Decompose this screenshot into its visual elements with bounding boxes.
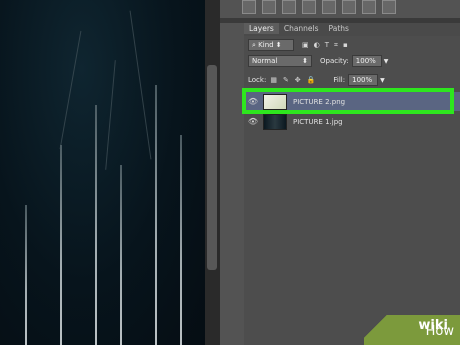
opacity-label: Opacity: xyxy=(320,57,349,65)
tab-paths[interactable]: Paths xyxy=(324,23,354,34)
tree-trunk xyxy=(155,85,157,345)
tree-branch xyxy=(129,10,152,160)
tree-branch xyxy=(105,60,116,170)
fill-input[interactable]: 100% xyxy=(348,74,379,86)
adjustment-icon[interactable] xyxy=(382,0,396,14)
layer-name: PICTURE 1.jpg xyxy=(293,117,343,126)
kind-filter-dropdown[interactable]: ⌕ Kind ⬍ xyxy=(248,39,294,51)
blend-mode-dropdown[interactable]: Normal ⬍ xyxy=(248,55,312,67)
adjustment-icon[interactable] xyxy=(322,0,336,14)
canvas-scrollbar[interactable] xyxy=(205,0,220,345)
lock-label: Lock: xyxy=(248,76,267,84)
layer-row-picture-1[interactable]: 👁 PICTURE 1.jpg xyxy=(244,112,460,131)
adjustment-icon[interactable] xyxy=(262,0,276,14)
blend-row: Normal ⬍ Opacity: 100% ▼ xyxy=(248,55,388,67)
panel-tabs: Layers Channels Paths xyxy=(244,23,460,36)
filter-row: ⌕ Kind ⬍ ▣◐T⌗▪ xyxy=(248,39,353,51)
image-canvas[interactable] xyxy=(0,0,205,345)
watermark-text: wiki How xyxy=(418,318,454,339)
tree-trunk xyxy=(95,105,97,345)
adjustment-icon[interactable] xyxy=(342,0,356,14)
lock-icons[interactable]: ▦✎✥🔒 xyxy=(270,76,321,84)
blend-mode-value: Normal xyxy=(252,57,278,65)
chevron-down-icon: ⬍ xyxy=(302,57,308,65)
tab-layers[interactable]: Layers xyxy=(244,23,279,34)
layers-list-area: ⌕ Kind ⬍ ▣◐T⌗▪ Normal ⬍ Opacity: 100% ▼ L… xyxy=(244,36,460,345)
adjustments-toolbar xyxy=(242,0,396,18)
layers-panel: Layers Channels Paths ⌕ Kind ⬍ ▣◐T⌗▪ Norma… xyxy=(220,0,460,345)
filter-icons[interactable]: ▣◐T⌗▪ xyxy=(302,41,353,50)
adjustment-icon[interactable] xyxy=(302,0,316,14)
kind-label: Kind xyxy=(258,41,274,49)
chevron-down-icon: ⬍ xyxy=(273,41,282,49)
wikihow-watermark: wiki How xyxy=(364,315,460,345)
adjustment-icon[interactable] xyxy=(362,0,376,14)
adjustment-icon[interactable] xyxy=(282,0,296,14)
tree-trunk xyxy=(25,205,27,345)
layer-thumbnail xyxy=(263,113,287,130)
tree-branch xyxy=(59,30,82,150)
lock-row: Lock: ▦✎✥🔒 Fill: 100% ▼ xyxy=(248,74,385,86)
fill-label: Fill: xyxy=(333,76,346,84)
adjustment-icon[interactable] xyxy=(242,0,256,14)
scrollbar-thumb[interactable] xyxy=(207,65,217,270)
tree-trunk xyxy=(120,165,122,345)
eye-icon[interactable]: 👁 xyxy=(247,117,259,126)
opacity-input[interactable]: 100% xyxy=(351,55,382,67)
highlight-annotation xyxy=(242,88,454,114)
chevron-down-icon[interactable]: ▼ xyxy=(380,77,385,84)
tab-channels[interactable]: Channels xyxy=(279,23,324,34)
tree-trunk xyxy=(180,135,182,345)
chevron-down-icon[interactable]: ▼ xyxy=(384,58,389,65)
tree-trunk xyxy=(60,145,62,345)
